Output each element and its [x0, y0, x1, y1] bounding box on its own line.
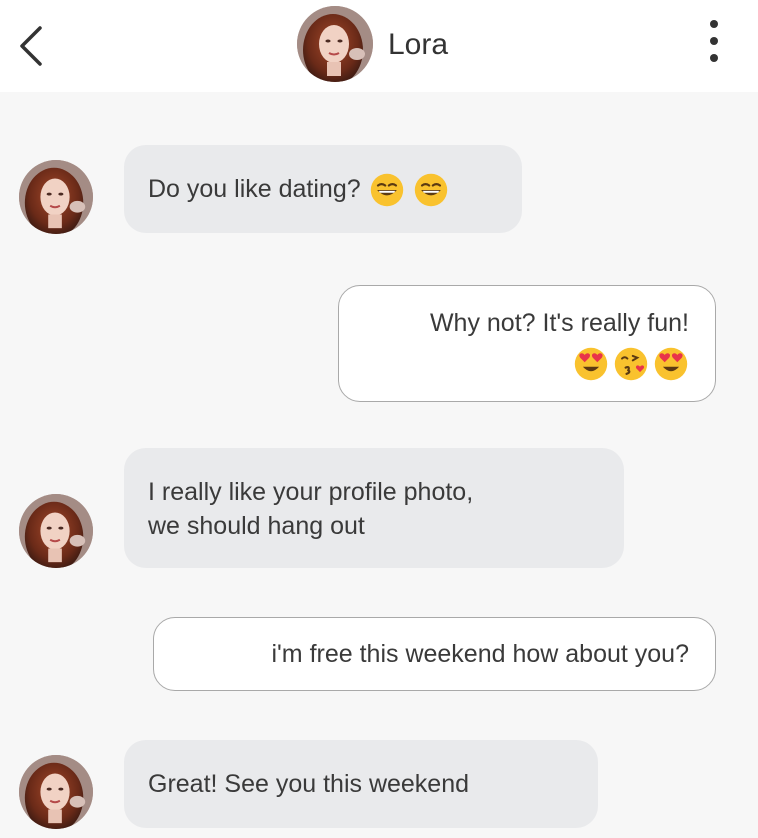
chat-header: Lora — [0, 0, 758, 92]
contact-avatar-small[interactable] — [19, 755, 93, 829]
message-text: Why not? It's really fun! — [429, 309, 689, 337]
message-text-line: we should hang out — [148, 512, 365, 540]
contact-avatar-small[interactable] — [19, 160, 93, 234]
heart-eyes-emoji-icon — [573, 346, 609, 382]
kiss-emoji-icon — [613, 346, 649, 382]
grin-emoji-icon — [413, 172, 449, 208]
incoming-message-bubble[interactable]: Great! See you this weekend — [124, 740, 598, 828]
contact-name: Lora — [388, 28, 449, 61]
back-button[interactable] — [14, 24, 54, 68]
message-text: Do you like dating? — [148, 175, 361, 203]
message-text: Great! See you this weekend — [148, 770, 470, 798]
outgoing-message-bubble[interactable]: Why not? It's really fun! — [338, 285, 716, 402]
message-text: i'm free this weekend how about you? — [271, 640, 689, 668]
message-text-line: I really like your profile photo, — [148, 478, 474, 506]
heart-eyes-emoji-icon — [653, 346, 689, 382]
more-options-button[interactable] — [700, 18, 730, 64]
grin-emoji-icon — [369, 172, 405, 208]
incoming-message-bubble[interactable]: Do you like dating? — [124, 145, 522, 233]
outgoing-message-bubble[interactable]: i'm free this weekend how about you? — [153, 617, 716, 691]
incoming-message-bubble[interactable]: I really like your profile photo, we sho… — [124, 448, 624, 568]
contact-avatar[interactable] — [297, 6, 373, 82]
contact-avatar-small[interactable] — [19, 494, 93, 568]
chevron-left-icon — [20, 26, 42, 66]
